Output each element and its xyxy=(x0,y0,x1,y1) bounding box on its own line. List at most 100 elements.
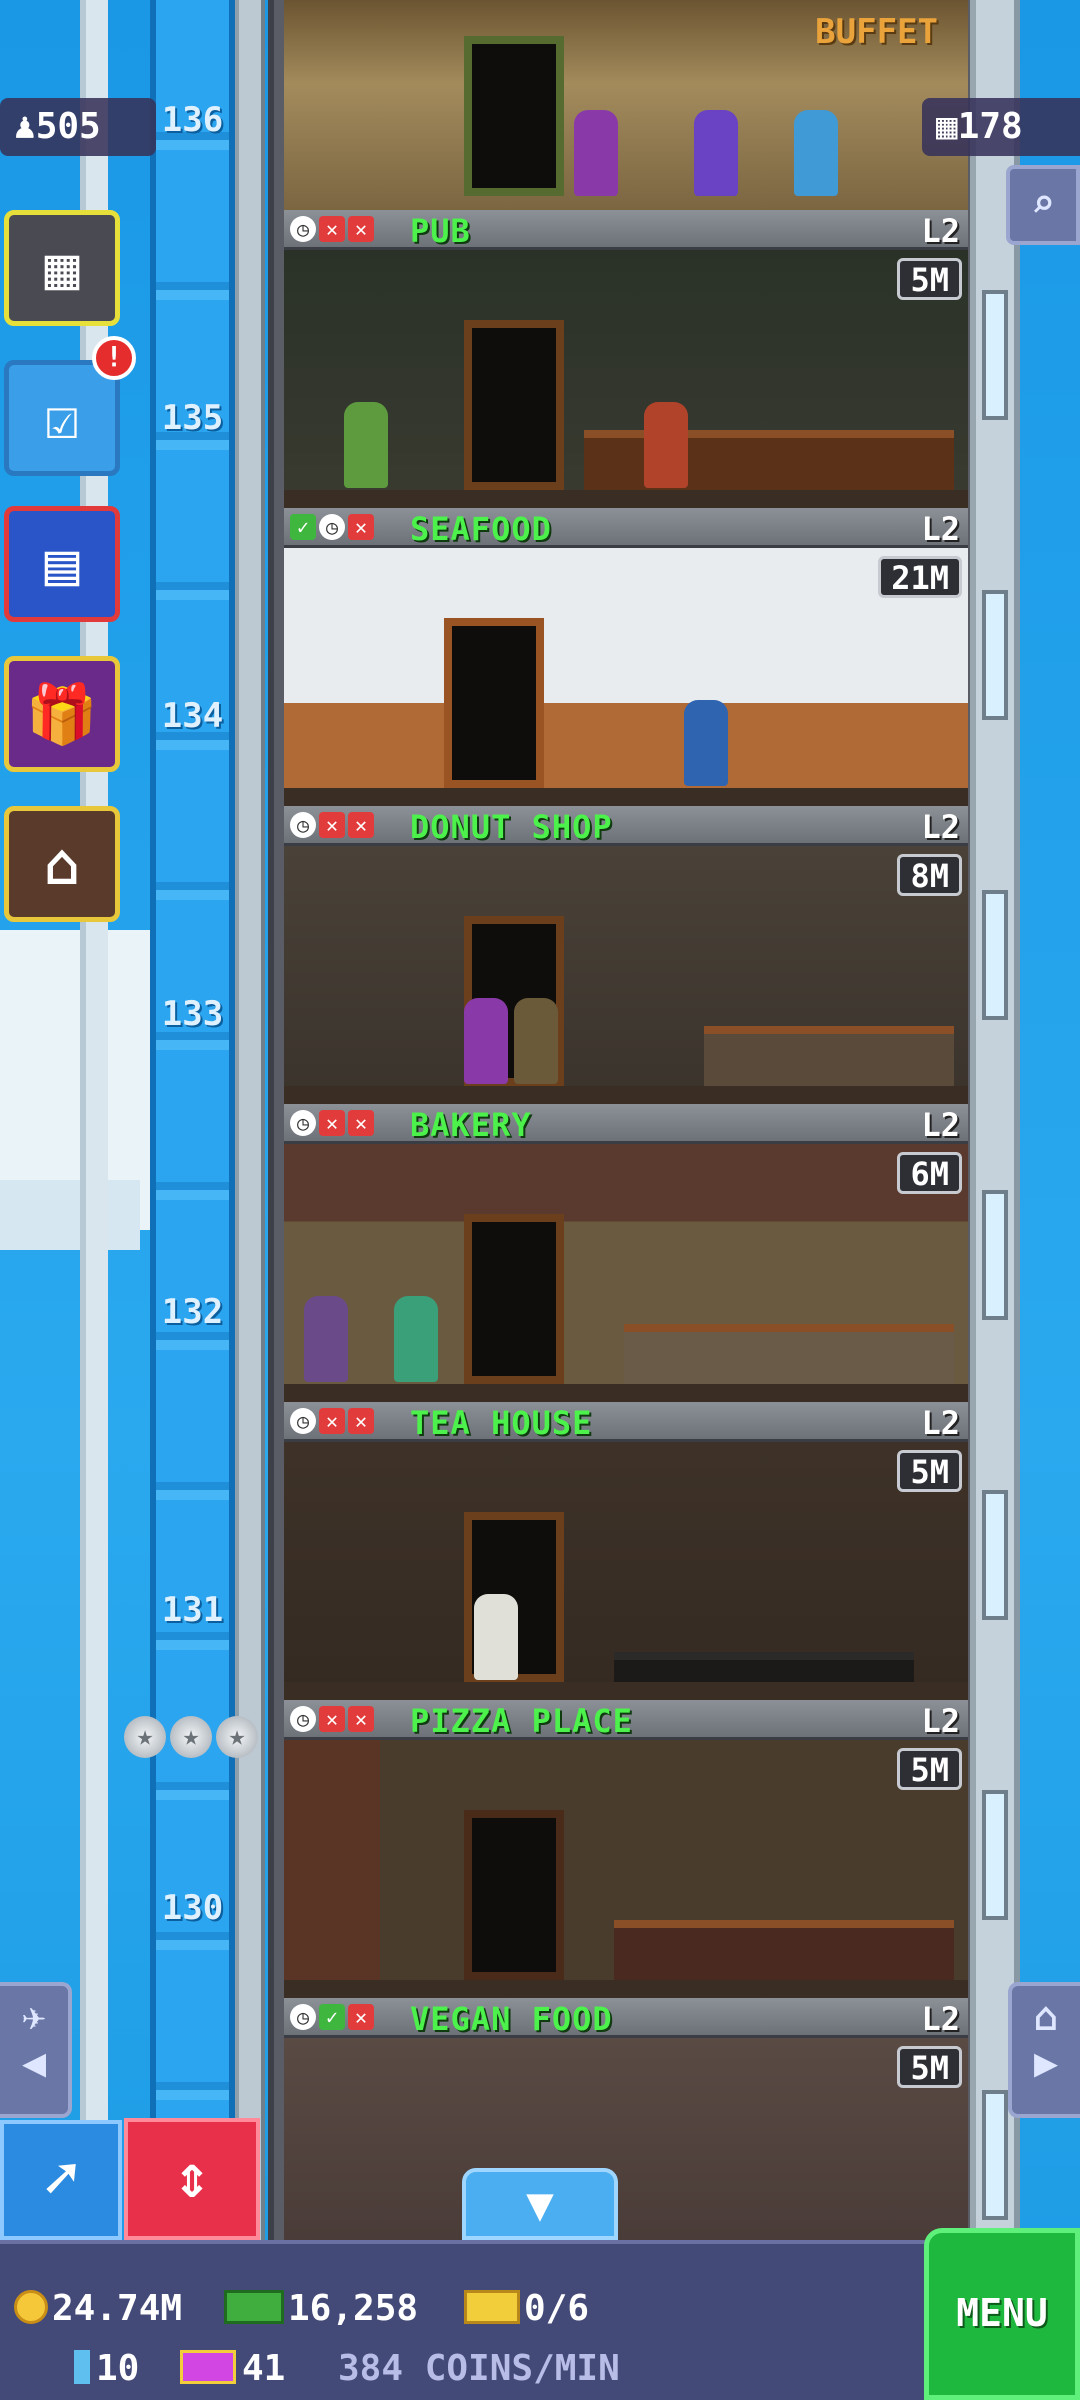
gift-button[interactable]: 🎁 xyxy=(4,656,120,772)
cross-icon: ✕ xyxy=(319,812,345,838)
floor-number: 133 xyxy=(161,994,224,1034)
market-stall-icon: ⌂ xyxy=(44,830,80,898)
floor-name: SEAFOOD xyxy=(410,510,552,548)
floor-value-badge: 5M xyxy=(897,2046,962,2088)
floor-seafood[interactable]: ✓ ◷ ✕ SEAFOOD L2 21M xyxy=(284,508,968,806)
floor-stock-status: ◷ ✕ ✕ xyxy=(290,812,374,838)
bitizen[interactable] xyxy=(794,110,838,196)
rocket-icon: ➚ xyxy=(42,2144,80,2214)
floor-name: BAKERY xyxy=(410,1106,532,1144)
floor-header: ◷ ✓ ✕ VEGAN FOOD L2 xyxy=(284,1998,968,2038)
search-button[interactable]: ⌕ xyxy=(1006,165,1080,245)
cross-icon: ✕ xyxy=(348,2004,374,2030)
building-icon: ▦ xyxy=(936,106,958,147)
floor-buffet[interactable]: BUFFET xyxy=(284,0,968,210)
floor-value-badge: 6M xyxy=(897,1152,962,1194)
floor-pub[interactable]: ◷ ✕ ✕ PUB L2 5M xyxy=(284,210,968,508)
bux-counter[interactable]: 16,258 xyxy=(224,2288,418,2329)
menu-button[interactable]: MENU xyxy=(924,2228,1080,2400)
tower-overview-button[interactable]: ▦ xyxy=(4,210,120,326)
bitizen[interactable] xyxy=(684,700,728,786)
bitizen[interactable] xyxy=(474,1594,518,1680)
cross-icon: ✕ xyxy=(348,1408,374,1434)
coins-counter[interactable]: 24.74M xyxy=(14,2288,182,2329)
elevator-button[interactable]: ⇕ xyxy=(124,2118,260,2240)
clock-icon: ◷ xyxy=(290,1110,316,1136)
tea-tables xyxy=(614,1652,914,1682)
floor-room xyxy=(284,846,968,1104)
floor-value-badge: 5M xyxy=(897,1748,962,1790)
home-button[interactable]: ⌂ ▶ xyxy=(1008,1982,1080,2118)
floor-pizza-place[interactable]: ◷ ✕ ✕ PIZZA PLACE L2 5M xyxy=(284,1700,968,1998)
calendar-icon: ▤ xyxy=(44,530,80,598)
floor-value-badge: 5M xyxy=(897,258,962,300)
vip-icon xyxy=(180,2350,236,2384)
scroll-down-button[interactable]: ▼ xyxy=(462,2168,618,2240)
floor-name: PIZZA PLACE xyxy=(410,1702,633,1740)
calendar-button[interactable]: ▤ xyxy=(4,506,120,622)
bitizen[interactable] xyxy=(694,110,738,196)
cross-icon: ✕ xyxy=(319,1110,345,1136)
floor-name: PUB xyxy=(410,212,471,250)
floor-slab xyxy=(284,1086,968,1104)
cross-icon: ✕ xyxy=(348,1706,374,1732)
gem-icon xyxy=(74,2350,90,2384)
floor-level: L2 xyxy=(921,1106,960,1144)
market-button[interactable]: ⌂ xyxy=(4,806,120,922)
floor-tea-house[interactable]: ◷ ✕ ✕ TEA HOUSE L2 5M xyxy=(284,1402,968,1700)
floor-stock-status: ◷ ✕ ✕ xyxy=(290,216,374,242)
missions-button[interactable]: ☑ xyxy=(4,360,120,476)
floor-donut-shop[interactable]: ◷ ✕ ✕ DONUT SHOP L2 8M xyxy=(284,806,968,1104)
floor-number: 132 xyxy=(161,1292,224,1332)
floor-room xyxy=(284,1144,968,1402)
bitizen[interactable] xyxy=(304,1296,348,1382)
floor-vegan-food[interactable]: ◷ ✓ ✕ VEGAN FOOD L2 5M xyxy=(284,1998,968,2240)
up-down-arrows-icon: ⇕ xyxy=(173,2142,211,2212)
tower-overview-icon: ▦ xyxy=(44,234,80,302)
floor-slab xyxy=(284,1980,968,1998)
floor-stock-status: ◷ ✕ ✕ xyxy=(290,1706,374,1732)
tower-window xyxy=(982,2090,1008,2220)
floor-header: ◷ ✕ ✕ PIZZA PLACE L2 xyxy=(284,1700,968,1740)
pizza-counter xyxy=(614,1920,954,1980)
tower-window xyxy=(982,1790,1008,1920)
tickets-counter[interactable]: 0/6 xyxy=(464,2288,589,2329)
bitizen[interactable] xyxy=(514,998,558,1084)
build-button[interactable]: ➚ xyxy=(0,2120,122,2240)
floor-name: DONUT SHOP xyxy=(410,808,613,846)
bitizen[interactable] xyxy=(574,110,618,196)
bitizen[interactable] xyxy=(394,1296,438,1382)
floor-number: 136 xyxy=(161,100,224,140)
floor-room xyxy=(284,2038,968,2240)
alert-badge: ! xyxy=(92,336,136,380)
gems-counter[interactable]: 10 xyxy=(74,2348,139,2389)
floor-level: L2 xyxy=(921,212,960,250)
check-icon: ✓ xyxy=(290,514,316,540)
bitizen[interactable] xyxy=(344,402,388,488)
floor-slab xyxy=(284,490,968,508)
floor-header: ◷ ✕ ✕ DONUT SHOP L2 xyxy=(284,806,968,846)
floor-room xyxy=(284,548,968,806)
airplane-icon: ✈ xyxy=(21,1994,47,2040)
elevator-rail xyxy=(80,0,108,2240)
floor-number: 130 xyxy=(161,1888,224,1928)
floor-bakery[interactable]: ◷ ✕ ✕ BAKERY L2 6M xyxy=(284,1104,968,1402)
bitizen[interactable] xyxy=(464,998,508,1084)
arrow-right-icon: ▶ xyxy=(1033,2040,1059,2086)
tower-window xyxy=(982,590,1008,720)
bitizen[interactable] xyxy=(644,402,688,488)
floor-name: VEGAN FOOD xyxy=(410,2000,613,2038)
tower-window xyxy=(982,290,1008,420)
floor-counter[interactable]: ▦178 xyxy=(922,98,1080,156)
previous-floor-button[interactable]: ✈ ◀ xyxy=(0,1982,72,2118)
floor-level: L2 xyxy=(921,1702,960,1740)
star-icon: ★ xyxy=(170,1716,212,1758)
floor-slab xyxy=(284,788,968,806)
vip-counter[interactable]: 41 xyxy=(180,2348,285,2389)
check-icon: ✓ xyxy=(319,2004,345,2030)
floor-number: 131 xyxy=(161,1590,224,1630)
floor-door xyxy=(464,320,564,490)
arrow-left-icon: ◀ xyxy=(21,2040,47,2086)
cloud xyxy=(0,1180,140,1250)
population-counter[interactable]: ♟505 xyxy=(0,98,156,156)
